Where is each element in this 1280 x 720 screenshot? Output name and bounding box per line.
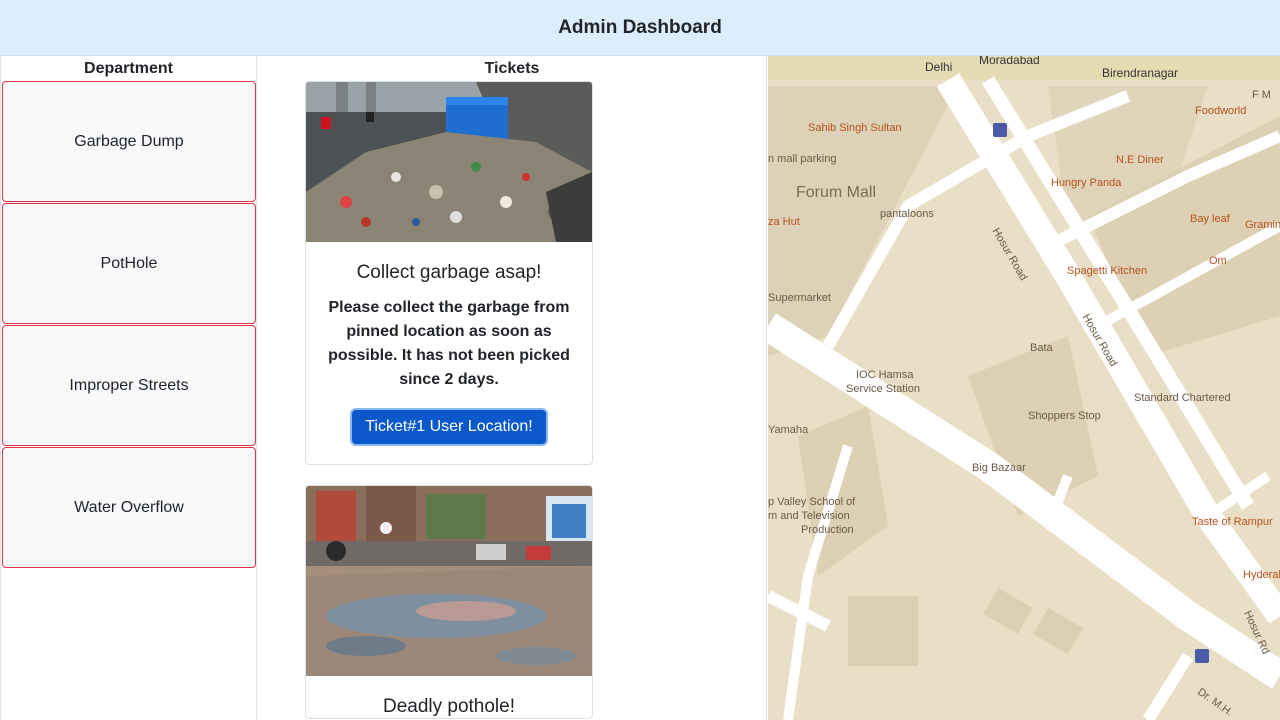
department-panel: Department Garbage Dump PotHole Improper… <box>0 56 257 720</box>
map-label: N.E Diner <box>1116 154 1164 166</box>
ticket-card: Collect garbage asap! Please collect the… <box>305 81 593 465</box>
app-header: Admin Dashboard <box>0 0 1280 56</box>
map-label: Yamaha <box>768 424 809 436</box>
page-title: Admin Dashboard <box>558 16 722 38</box>
ticket-title: Collect garbage asap! <box>356 262 542 283</box>
map-label: p Valley School of <box>768 496 856 508</box>
map-label: F M <box>1252 89 1271 101</box>
map-label: Production <box>801 524 854 536</box>
map-label: Big Bazaar <box>972 462 1026 474</box>
map-label: Shoppers Stop <box>1028 410 1101 422</box>
map-label: Moradabad <box>979 56 1040 67</box>
map-label: Bay leaf <box>1190 213 1230 225</box>
map-label: Hyderabad <box>1243 569 1280 581</box>
department-pothole-button[interactable]: PotHole <box>2 203 256 324</box>
garbage-photo <box>306 82 592 242</box>
map-label: Gramin <box>1245 219 1280 231</box>
tickets-heading: Tickets <box>484 60 540 77</box>
map-label: za Hut <box>768 216 800 228</box>
map-label: IOC Hamsa <box>856 369 914 381</box>
ticket-location-button[interactable]: Ticket#1 User Location! <box>350 408 548 446</box>
bus-stop-icon <box>1195 649 1209 663</box>
map-label: m and Television <box>768 510 850 522</box>
map-label: pantaloons <box>880 208 934 220</box>
ticket-card: Deadly pothole! <box>305 485 593 719</box>
map-streets <box>768 56 1280 720</box>
department-heading: Department <box>84 60 173 77</box>
map-label: Sahib Singh Sultan <box>808 122 902 134</box>
department-water-overflow-button[interactable]: Water Overflow <box>2 447 256 568</box>
map-label: Service Station <box>846 383 920 395</box>
map-label: Birendranagar <box>1102 66 1179 80</box>
pothole-photo <box>306 486 592 676</box>
map-label: Bata <box>1030 342 1053 354</box>
ticket-title: Deadly pothole! <box>382 696 516 717</box>
map-label: Delhi <box>925 60 953 74</box>
map-label: Foodworld <box>1195 105 1247 117</box>
ticket-description: Please collect the garbage from pinned l… <box>328 299 570 388</box>
map-label: Spagetti Kitchen <box>1067 265 1148 277</box>
map-label: Om <box>1209 255 1227 267</box>
tickets-panel: Tickets Collect garbage asap! Please col… <box>257 56 767 720</box>
map-label: Supermarket <box>768 292 831 304</box>
map-label: Taste of Rampur <box>1192 516 1273 528</box>
map-label: n mall parking <box>768 153 837 165</box>
map-label: Hungry Panda <box>1051 177 1122 189</box>
map-label: Standard Chartered <box>1134 392 1231 404</box>
map-view[interactable]: Delhi Moradabad Birendranagar F M Sahib … <box>768 56 1280 720</box>
bus-stop-icon <box>993 123 1007 137</box>
map-label: Forum Mall <box>796 184 877 201</box>
department-improper-streets-button[interactable]: Improper Streets <box>2 325 256 446</box>
department-garbage-dump-button[interactable]: Garbage Dump <box>2 81 256 202</box>
